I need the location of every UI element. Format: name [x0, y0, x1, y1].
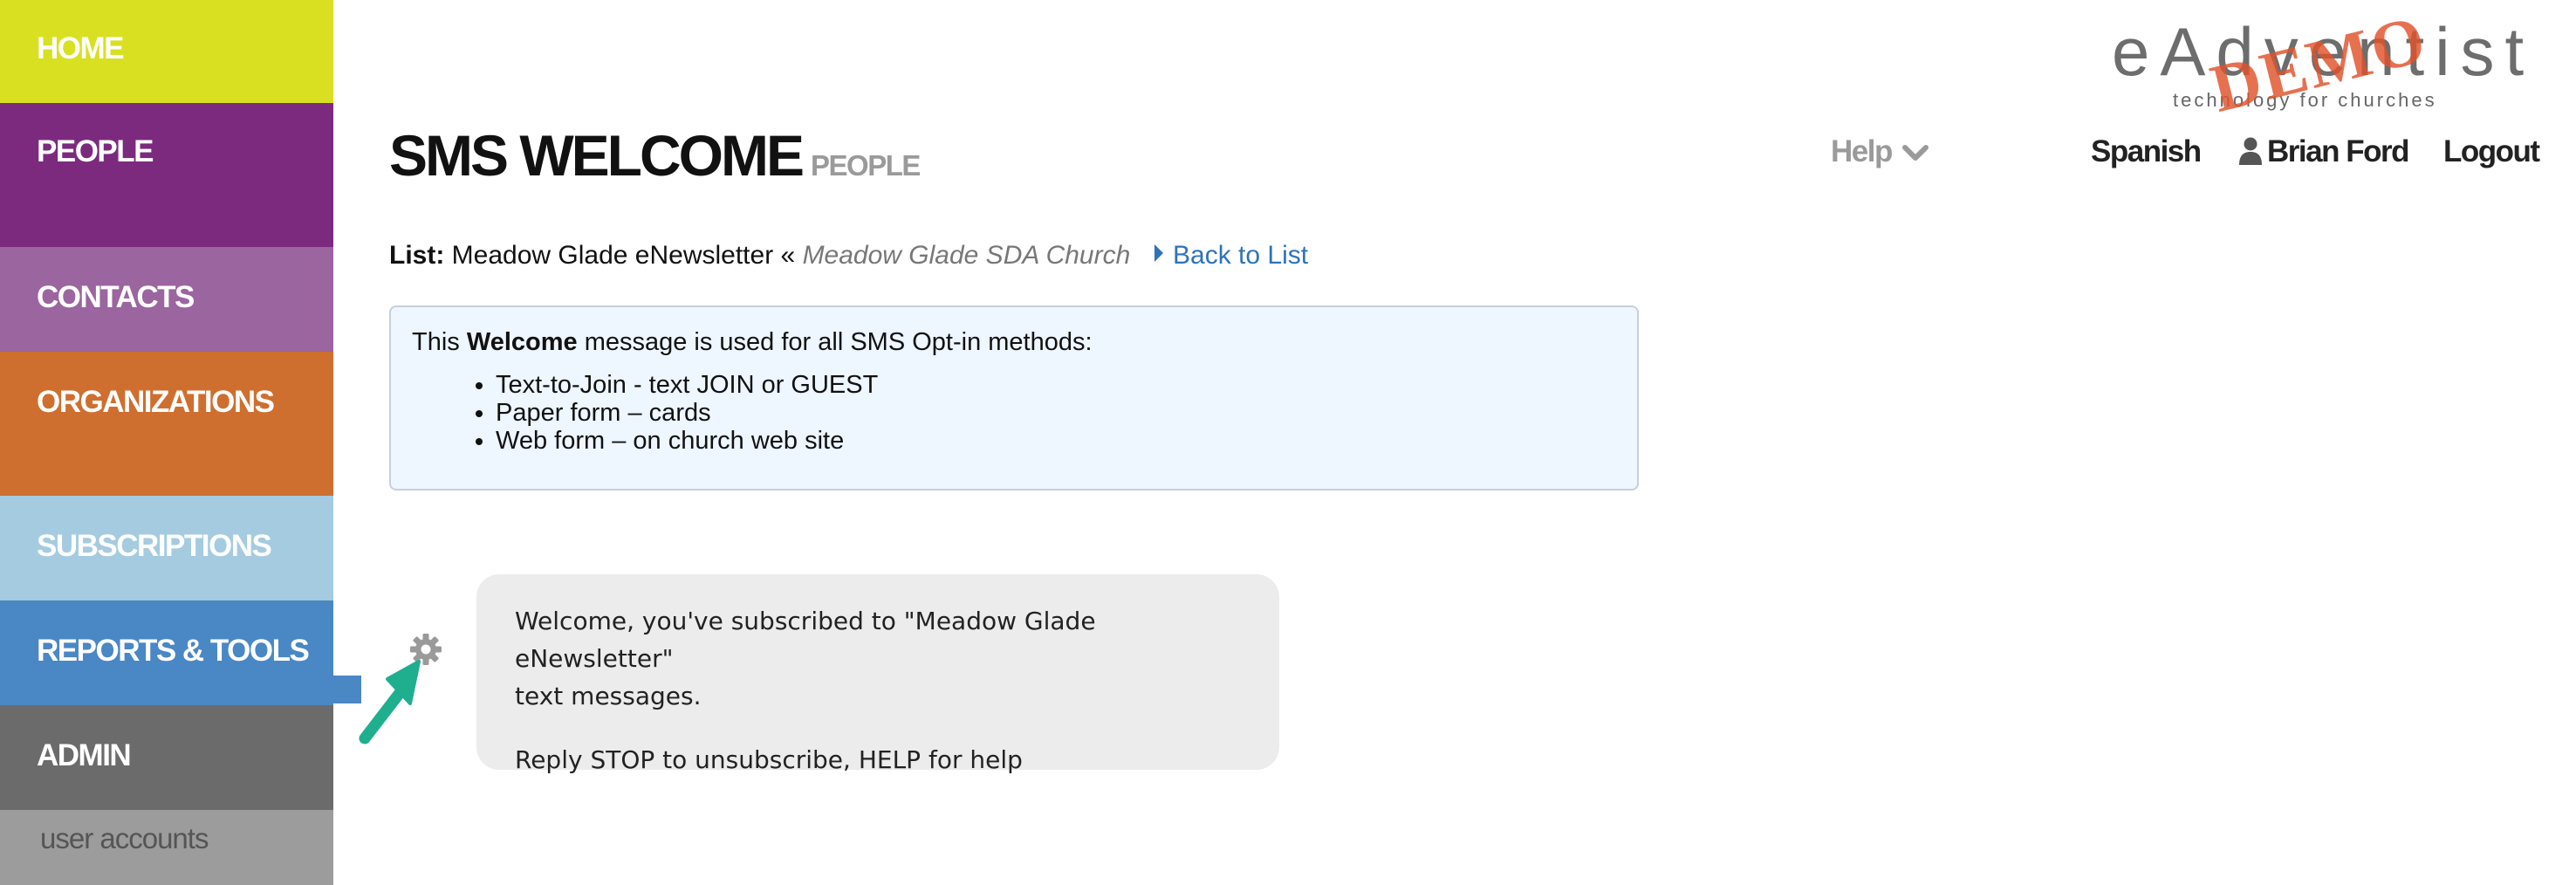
sms-message-line: Welcome, you've subscribed to "Meadow Gl…: [515, 607, 1096, 673]
list-item: Text-to-Join - text JOIN or GUEST: [496, 371, 1616, 399]
sidebar-item-label: HOME: [37, 31, 125, 65]
sms-message-body: Welcome, you've subscribed to "Meadow Gl…: [515, 602, 1241, 715]
chevron-down-icon: [1902, 144, 1929, 161]
arrow-pointer-icon: [359, 660, 421, 744]
church-name: Meadow Glade SDA Church: [802, 241, 1131, 270]
info-intro-text: message is used for all SMS Opt-in metho…: [577, 328, 1093, 356]
sidebar-item-organizations[interactable]: ORGANIZATIONS: [0, 352, 333, 496]
page-title: SMS WELCOME PEOPLE: [389, 122, 921, 189]
sidebar-item-label: CONTACTS: [37, 280, 195, 314]
caret-right-icon: [1154, 244, 1163, 262]
list-item: Paper form – cards: [496, 399, 1616, 427]
info-intro-text: This: [412, 328, 467, 356]
sidebar-item-label: ORGANIZATIONS: [37, 385, 275, 419]
sidebar-item-contacts[interactable]: CONTACTS: [0, 247, 333, 352]
sidebar-item-people[interactable]: PEOPLE: [0, 103, 333, 247]
sidebar-item-label: ADMIN: [37, 738, 132, 772]
user-name: Brian Ford: [2267, 134, 2409, 168]
list-separator: «: [780, 241, 796, 270]
sms-message-line: text messages.: [515, 682, 702, 710]
sidebar-item-label: REPORTS & TOOLS: [37, 634, 310, 668]
sms-message-preview: Welcome, you've subscribed to "Meadow Gl…: [476, 574, 1279, 774]
language-spanish-link[interactable]: Spanish: [2091, 134, 2202, 169]
sidebar-item-label: SUBSCRIPTIONS: [37, 529, 272, 563]
user-menu[interactable]: Brian Ford: [2239, 134, 2409, 169]
sidebar-item-subscriptions[interactable]: SUBSCRIPTIONS: [0, 496, 333, 600]
eadventist-logo[interactable]: eAdventist technology for churches DEMO: [2105, 0, 2524, 127]
sidebar-item-home[interactable]: HOME: [0, 0, 333, 103]
page-section-label: PEOPLE: [811, 149, 921, 182]
page-title-text: SMS WELCOME: [389, 123, 805, 188]
list-label: List:: [389, 241, 445, 270]
list-name: Meadow Glade eNewsletter: [451, 241, 774, 270]
info-intro: This Welcome message is used for all SMS…: [412, 328, 1616, 357]
list-item: Web form – on church web site: [496, 427, 1616, 455]
sidebar-item-reports-tools[interactable]: REPORTS & TOOLS: [0, 600, 333, 705]
logout-link[interactable]: Logout: [2443, 134, 2540, 169]
optin-methods-list: Text-to-Join - text JOIN or GUEST Paper …: [412, 371, 1616, 455]
sidebar: HOME PEOPLE CONTACTS ORGANIZATIONS SUBSC…: [0, 0, 333, 885]
back-to-list-label: Back to List: [1173, 241, 1309, 270]
user-icon: [2239, 137, 2262, 165]
info-intro-bold: Welcome: [466, 328, 578, 356]
sidebar-item-admin[interactable]: ADMIN: [0, 705, 333, 810]
list-breadcrumb: List: Meadow Glade eNewsletter « Meadow …: [389, 241, 1130, 271]
info-box: This Welcome message is used for all SMS…: [389, 305, 1639, 491]
sms-footer: Reply STOP to unsubscribe, HELP for help: [515, 745, 1023, 774]
sidebar-subitem-user-accounts[interactable]: user accounts: [0, 810, 333, 885]
help-label: Help: [1831, 134, 1893, 168]
sidebar-item-label: PEOPLE: [37, 134, 154, 168]
back-to-list-link[interactable]: Back to List: [1154, 241, 1308, 271]
help-menu[interactable]: Help: [1831, 134, 1929, 169]
